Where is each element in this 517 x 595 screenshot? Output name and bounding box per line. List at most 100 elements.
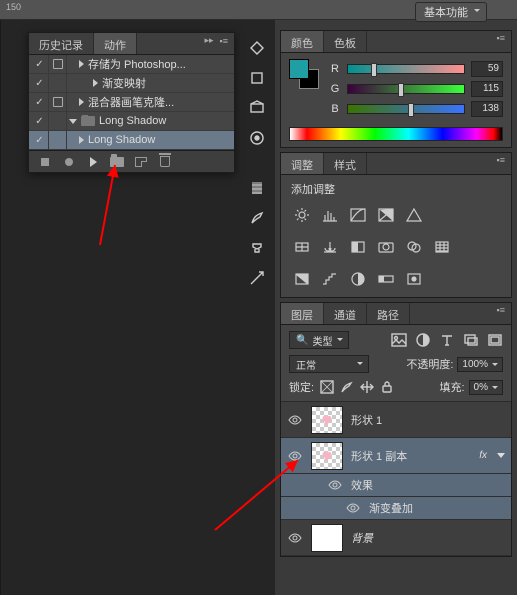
tool-icon[interactable] [245,66,269,90]
layer-row[interactable]: ♥ 形状 1 [281,402,511,438]
lock-paint-icon[interactable] [340,380,354,394]
visibility-toggle[interactable] [287,530,303,546]
layer-thumbnail[interactable]: ♥ [311,406,343,434]
delete-button[interactable] [153,153,177,171]
expand-icon[interactable] [93,79,98,87]
brightness-icon[interactable] [291,205,313,225]
layer-row[interactable]: 背景 [281,520,511,556]
g-slider[interactable] [347,84,465,94]
action-row[interactable]: Long Shadow [29,112,234,131]
fx-badge[interactable]: fx [479,450,487,461]
panel-menu[interactable]: ▸▸▪≡ [201,33,233,48]
posterize-icon[interactable] [319,269,341,289]
action-row[interactable]: Long Shadow [29,131,234,150]
opacity-value[interactable]: 100% [457,357,503,372]
hue-icon[interactable] [291,237,313,257]
filter-pixel-icon[interactable] [391,333,407,347]
color-spectrum[interactable] [289,127,503,141]
check-icon[interactable] [35,77,43,89]
layer-filter-type[interactable]: 🔍类型 [289,331,349,349]
stop-button[interactable] [33,153,57,171]
panel-menu[interactable]: ▪≡ [493,153,509,167]
levels-icon[interactable] [319,205,341,225]
tool-icon[interactable] [245,96,269,120]
expand-icon[interactable] [79,98,84,106]
b-value[interactable]: 138 [471,101,503,117]
channel-mixer-icon[interactable] [403,237,425,257]
blend-mode-dropdown[interactable]: 正常 [289,355,369,373]
curves-icon[interactable] [347,205,369,225]
threshold-icon[interactable] [347,269,369,289]
layer-name[interactable]: 形状 1 副本 [351,448,471,464]
fx-group-row[interactable]: 效果 [281,474,511,497]
check-icon[interactable] [35,58,43,70]
filter-shape-icon[interactable] [463,333,479,347]
fx-item-row[interactable]: 渐变叠加 [281,497,511,520]
selective-color-icon[interactable] [403,269,425,289]
layer-name[interactable]: 背景 [351,530,505,546]
visibility-toggle[interactable] [287,412,303,428]
tool-icon[interactable] [245,36,269,60]
fill-value[interactable]: 0% [469,380,503,395]
play-button[interactable] [81,153,105,171]
invert-icon[interactable] [291,269,313,289]
panel-menu[interactable]: ▪≡ [493,303,509,317]
g-value[interactable]: 115 [471,81,503,97]
layer-name[interactable]: 形状 1 [351,412,505,428]
tab-adjustments[interactable]: 调整 [281,153,324,174]
lock-transparent-icon[interactable] [320,380,334,394]
panel-menu[interactable]: ▪≡ [493,31,509,45]
check-icon[interactable] [35,96,43,108]
action-row[interactable]: 存储为 Photoshop... [29,55,234,74]
b-slider[interactable] [347,104,465,114]
check-icon[interactable] [35,115,43,127]
color-lookup-icon[interactable] [431,237,453,257]
r-value[interactable]: 59 [471,61,503,77]
lock-position-icon[interactable] [360,380,374,394]
expand-icon[interactable] [79,136,84,144]
tab-color[interactable]: 颜色 [281,31,324,52]
expand-icon[interactable] [69,119,77,124]
visibility-toggle[interactable] [287,448,303,464]
tab-layers[interactable]: 图层 [281,303,324,324]
lock-all-icon[interactable] [380,380,394,394]
new-set-button[interactable] [105,153,129,171]
tab-paths[interactable]: 路径 [367,303,410,324]
vibrance-icon[interactable] [403,205,425,225]
filter-smart-icon[interactable] [487,333,503,347]
gradient-map-icon[interactable] [375,269,397,289]
visibility-toggle[interactable] [345,500,361,516]
layer-thumbnail[interactable] [311,524,343,552]
tool-icon[interactable] [245,176,269,200]
tab-channels[interactable]: 通道 [324,303,367,324]
exposure-icon[interactable] [375,205,397,225]
bw-icon[interactable] [347,237,369,257]
tool-icon[interactable] [245,266,269,290]
dialog-toggle-icon[interactable] [53,97,63,107]
expand-icon[interactable] [79,60,84,68]
tab-history[interactable]: 历史记录 [29,33,94,54]
layer-thumbnail[interactable]: ♥ [311,442,343,470]
tool-icon[interactable] [245,126,269,150]
filter-adjust-icon[interactable] [415,333,431,347]
visibility-toggle[interactable] [327,477,343,493]
photo-filter-icon[interactable] [375,237,397,257]
fx-expand-icon[interactable] [497,453,505,458]
workspace-switcher[interactable]: 基本功能 [415,2,487,22]
record-button[interactable] [57,153,81,171]
new-action-button[interactable] [129,153,153,171]
tab-actions[interactable]: 动作 [94,33,137,54]
check-icon[interactable] [35,134,43,146]
layer-row[interactable]: ♥ 形状 1 副本 fx [281,438,511,474]
r-slider[interactable] [347,64,465,74]
filter-type-icon[interactable] [439,333,455,347]
tool-icon[interactable] [245,236,269,260]
dialog-toggle-icon[interactable] [53,59,63,69]
brush-tool-icon[interactable] [245,206,269,230]
fg-bg-swatch[interactable] [289,59,319,89]
action-row[interactable]: 混合器画笔克隆... [29,93,234,112]
color-balance-icon[interactable] [319,237,341,257]
tab-swatches[interactable]: 色板 [324,31,367,52]
tab-styles[interactable]: 样式 [324,153,367,174]
action-row[interactable]: 渐变映射 [29,74,234,93]
